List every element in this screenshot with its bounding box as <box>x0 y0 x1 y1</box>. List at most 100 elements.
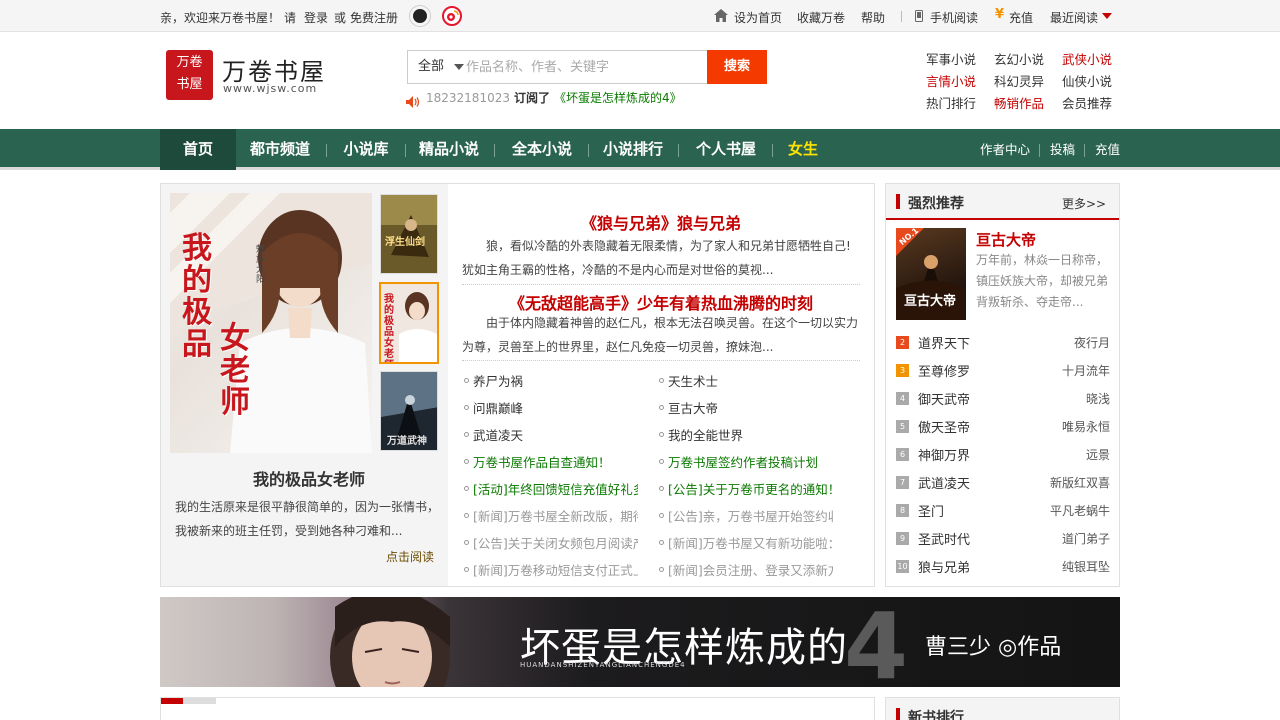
ticker-book-link[interactable]: 《坏蛋是怎样炼成的4》 <box>554 91 682 105</box>
nav-my-shelf[interactable]: 个人书屋 <box>682 129 770 170</box>
ranking-row[interactable]: 3 至尊修罗 十月流年 <box>896 361 1110 381</box>
please-text: 请 <box>284 11 297 25</box>
bookmark-link[interactable]: 收藏万卷 <box>797 9 845 26</box>
section-accent-strip <box>161 698 216 704</box>
rank-book-name[interactable]: 至尊修罗 <box>918 361 970 380</box>
ranking-row[interactable]: 10 狼与兄弟 纯银耳坠 <box>896 557 1110 577</box>
chevron-down-icon[interactable] <box>1102 13 1112 19</box>
book-link[interactable]: 我的全能世界 <box>658 425 833 444</box>
news-link[interactable]: [公告]关于关闭女频包月阅读产 <box>463 533 638 552</box>
rank-book-name[interactable]: 道界天下 <box>918 333 970 352</box>
ranking-row[interactable]: 6 神御万界 远景 <box>896 445 1110 465</box>
nav-city[interactable]: 都市频道 <box>238 129 322 170</box>
book-link[interactable]: 武道凌天 <box>463 425 638 444</box>
featured-book-title[interactable]: 我的极品女老师 <box>170 466 448 490</box>
nav-ranking[interactable]: 小说排行 <box>592 129 674 170</box>
weibo-login-icon[interactable] <box>442 6 462 26</box>
featured-read-link[interactable]: 点击阅读 <box>386 548 434 565</box>
set-home-link[interactable]: 设为首页 <box>734 9 782 26</box>
logo-seal[interactable]: 万卷书屋 <box>166 50 213 100</box>
ticker-user: 18232181023 <box>426 91 510 105</box>
help-link[interactable]: 帮助 <box>861 9 885 26</box>
book-link[interactable]: 问鼎巅峰 <box>463 398 638 417</box>
rank-number: 9 <box>896 532 909 545</box>
rank-book-name[interactable]: 圣武时代 <box>918 529 970 548</box>
thumb-book-1[interactable]: 浮生仙剑 <box>380 194 438 274</box>
notice-link[interactable]: 万卷书屋签约作者投稿计划 <box>658 452 833 471</box>
notice-link[interactable]: [活动]年终回馈短信充值好礼多 <box>463 479 638 498</box>
quick-link-xianxia[interactable]: 仙侠小说 <box>1062 71 1112 90</box>
promo-banner[interactable]: 4 坏蛋是怎样炼成的 HUANDANSHIZENYANGLIANCHENGDE4… <box>160 597 1120 687</box>
quick-link-fantasy[interactable]: 玄幻小说 <box>994 49 1044 68</box>
quick-link-hot-rank[interactable]: 热门排行 <box>926 93 976 112</box>
news-link[interactable]: [新闻]会员注册、登录又添新方 <box>658 560 833 579</box>
nav-recharge[interactable]: 充值 <box>1095 129 1120 170</box>
recommend-title: 强烈推荐 <box>908 196 964 212</box>
rank-book-name[interactable]: 武道凌天 <box>918 473 970 492</box>
news-link[interactable]: [新闻]万卷书屋全新改版，期待 <box>463 506 638 525</box>
news-link[interactable]: [新闻]万卷书屋又有新功能啦： <box>658 533 833 552</box>
top-book-title[interactable]: 亘古大帝 <box>976 229 1036 250</box>
ticker-action: 订阅了 <box>513 91 550 105</box>
ranking-row[interactable]: 7 武道凌天 新版红双喜 <box>896 473 1110 493</box>
mobile-read-link[interactable]: 手机阅读 <box>930 9 978 26</box>
rank-author: 十月流年 <box>1061 364 1110 378</box>
news-link[interactable]: [公告]亲，万卷书屋开始签约收 <box>658 506 833 525</box>
quick-link-wuxia[interactable]: 武侠小说 <box>1062 49 1112 68</box>
nav-library[interactable]: 小说库 <box>330 129 402 170</box>
subscription-ticker: 18232181023 订阅了 《坏蛋是怎样炼成的4》 <box>426 89 682 106</box>
rank-book-name[interactable]: 御天武帝 <box>918 389 970 408</box>
notice-link[interactable]: 万卷书屋作品自查通知！ <box>463 452 638 471</box>
quick-link-scifi[interactable]: 科幻灵异 <box>994 71 1044 90</box>
recent-read-dropdown[interactable]: 最近阅读 <box>1050 9 1098 26</box>
ranking-row[interactable]: 4 御天武帝 晓浅 <box>896 389 1110 409</box>
rank-book-name[interactable]: 狼与兄弟 <box>918 557 970 576</box>
quick-link-bestseller[interactable]: 畅销作品 <box>994 93 1044 112</box>
thumb-title: 我的极品女老师 <box>384 294 394 362</box>
qq-login-icon[interactable] <box>410 6 430 26</box>
yuan-icon: ¥ <box>995 7 1005 22</box>
news-link[interactable]: [新闻]万卷移动短信支付正式上 <box>463 560 638 579</box>
thumb-book-2[interactable]: 我的极品女老师 <box>379 282 439 364</box>
rank-book-name[interactable]: 傲天圣帝 <box>918 417 970 436</box>
book-link[interactable]: 天生术士 <box>658 371 833 390</box>
notice-link[interactable]: [公告]关于万卷币更名的通知！ <box>658 479 833 498</box>
divider <box>462 360 860 361</box>
blurb-title-1[interactable]: 《狼与兄弟》狼与兄弟 <box>462 210 860 234</box>
rank-author: 新版红双喜 <box>1049 476 1110 490</box>
recommend-more-link[interactable]: 更多>> <box>1062 195 1106 212</box>
top-book-cover-title: 亘古大帝 <box>904 294 957 309</box>
register-link[interactable]: 免费注册 <box>350 9 398 26</box>
nav-girls[interactable]: 女生 <box>776 129 830 170</box>
nav-divider <box>1084 144 1085 157</box>
nav-author-center[interactable]: 作者中心 <box>980 129 1030 170</box>
login-link[interactable]: 登录 <box>304 9 328 26</box>
nav-home[interactable]: 首页 <box>160 129 236 170</box>
ranking-row[interactable]: 8 圣门 平凡老蜗牛 <box>896 501 1110 521</box>
quick-link-military[interactable]: 军事小说 <box>926 49 976 68</box>
nav-complete[interactable]: 全本小说 <box>498 129 586 170</box>
rank-author: 平凡老蜗牛 <box>1049 504 1110 518</box>
ranking-row[interactable]: 5 傲天圣帝 唯易永恒 <box>896 417 1110 437</box>
quick-link-romance[interactable]: 言情小说 <box>926 71 976 90</box>
header-accent-bar <box>896 194 900 209</box>
recharge-link[interactable]: 充值 <box>1009 9 1033 26</box>
rank-book-name[interactable]: 神御万界 <box>918 445 970 464</box>
ranking-row[interactable]: 9 圣武时代 道门弟子 <box>896 529 1110 549</box>
top-book-cover[interactable]: NO.1 亘古大帝 <box>896 228 966 320</box>
rank-book-name[interactable]: 圣门 <box>918 501 944 520</box>
search-button[interactable]: 搜索 <box>707 50 767 84</box>
rank-author: 道门弟子 <box>1061 532 1110 546</box>
thumb-book-3[interactable]: 万道武神 <box>380 371 438 451</box>
book-link[interactable]: 亘古大帝 <box>658 398 833 417</box>
nav-premium[interactable]: 精品小说 <box>408 129 490 170</box>
ranking-row[interactable]: 2 道界天下 夜行月 <box>896 333 1110 353</box>
search-input[interactable] <box>466 52 702 82</box>
nav-divider <box>772 144 773 157</box>
featured-cover-image[interactable]: 我的极品 女老师 魅族太阳 <box>170 193 372 453</box>
nav-submit[interactable]: 投稿 <box>1050 129 1075 170</box>
book-link[interactable]: 养尸为祸 <box>463 371 638 390</box>
search-category-select[interactable]: 全部 <box>408 51 464 83</box>
quick-link-member-pick[interactable]: 会员推荐 <box>1062 93 1112 112</box>
new-book-rank-header: 新书排行 <box>885 697 1120 720</box>
